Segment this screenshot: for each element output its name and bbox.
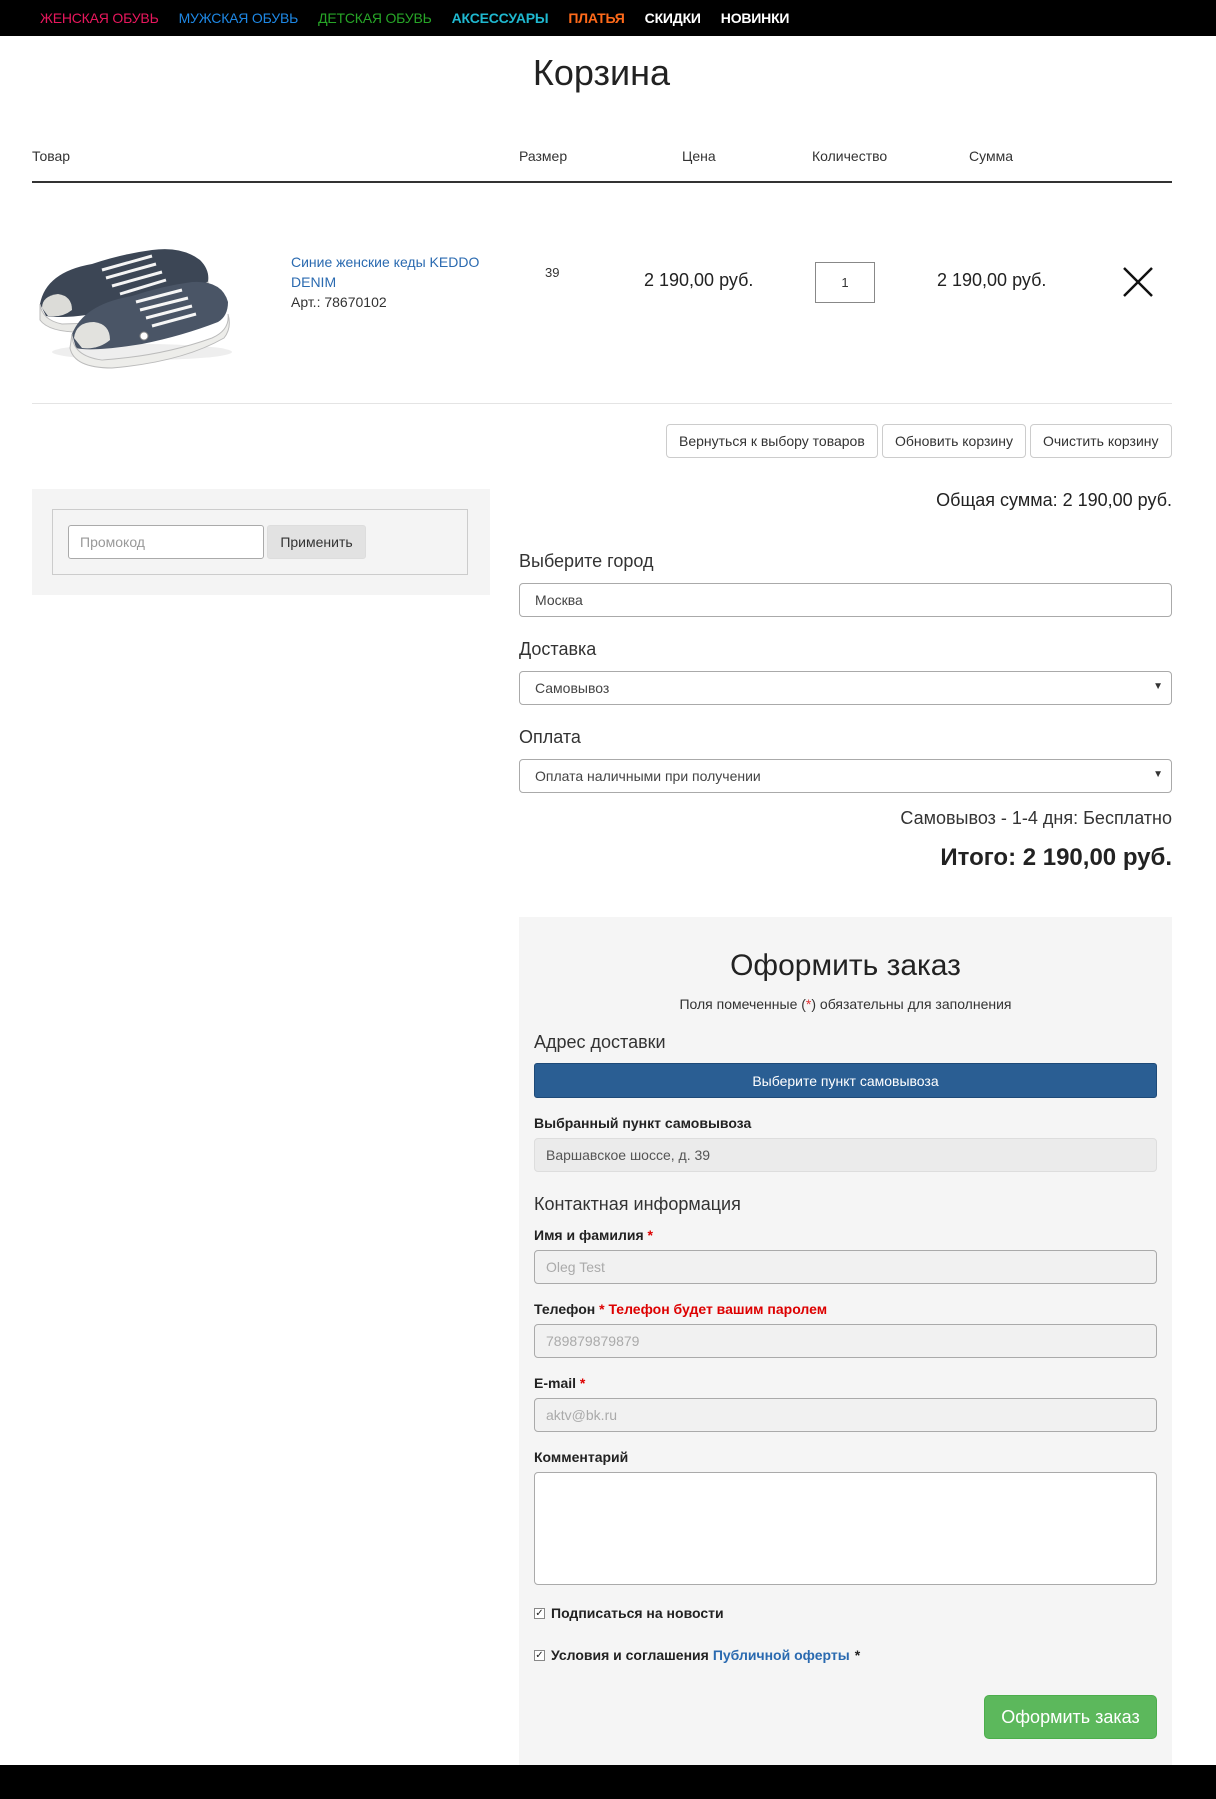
promo-panel: Промокод Применить: [32, 489, 490, 595]
quantity-input[interactable]: 1: [815, 262, 875, 303]
note-suffix: ) обязательны для заполнения: [811, 996, 1012, 1012]
terms-checkbox[interactable]: ✓: [534, 1649, 545, 1661]
comment-label: Комментарий: [534, 1449, 629, 1465]
selected-pickup-field: Варшавское шоссе, д. 39: [534, 1138, 1157, 1172]
delivery-select[interactable]: Самовывоз ▼: [519, 671, 1172, 705]
header-quantity: Количество: [812, 148, 888, 164]
public-offer-link[interactable]: Публичной оферты: [713, 1647, 850, 1663]
city-label: Выберите город: [519, 551, 654, 571]
name-label-text: Имя и фамилия: [534, 1227, 644, 1243]
grand-total: Итого: 2 190,00 руб.: [940, 844, 1172, 871]
phone-label-text: Телефон: [534, 1301, 596, 1317]
nav-accessories[interactable]: Аксессуары: [452, 10, 549, 26]
checkout-title: Оформить заказ: [730, 949, 961, 982]
header-size: Размер: [519, 148, 568, 164]
page-title: Корзина: [532, 52, 671, 93]
email-input[interactable]: aktv@bk.ru: [534, 1398, 1157, 1432]
nav-women-shoes[interactable]: Женская обувь: [40, 10, 159, 26]
promo-form: Промокод Применить: [52, 509, 468, 575]
delivery-info: Самовывоз - 1-4 дня: Бесплатно: [900, 808, 1172, 828]
payment-select-value: Оплата наличными при получении: [535, 768, 761, 784]
product-sum: 2 190,00 руб.: [937, 270, 1047, 290]
name-input[interactable]: Oleg Test: [534, 1250, 1157, 1284]
payment-label: Оплата: [519, 727, 581, 747]
product-article: Арт.: 78670102: [291, 294, 387, 310]
header-product: Товар: [32, 148, 71, 164]
nav-men-shoes[interactable]: Мужская обувь: [179, 10, 299, 26]
promo-code-input[interactable]: Промокод: [68, 525, 264, 559]
product-price: 2 190,00 руб.: [644, 270, 754, 290]
terms-row: ✓ Условия и соглашения Публичной оферты …: [534, 1647, 860, 1663]
nav-new[interactable]: Новинки: [721, 10, 790, 26]
chevron-down-icon: ▼: [1153, 681, 1163, 692]
comment-textarea[interactable]: [534, 1472, 1157, 1585]
footer-bar: [0, 1765, 1216, 1799]
subscribe-label: Подписаться на новости: [551, 1605, 724, 1621]
delivery-select-value: Самовывоз: [535, 680, 610, 696]
note-prefix: Поля помеченные (: [679, 996, 806, 1012]
name-label: Имя и фамилия *: [534, 1227, 653, 1243]
header-sum: Сумма: [969, 148, 1013, 164]
chevron-down-icon: ▼: [1153, 769, 1163, 780]
selected-pickup-label: Выбранный пункт самовывоза: [534, 1115, 752, 1131]
required-star: *: [647, 1227, 653, 1243]
product-name-link[interactable]: Синие женские кеды KEDDO DENIM: [291, 252, 491, 292]
nav-discounts[interactable]: Скидки: [645, 10, 701, 26]
sneakers-image[interactable]: [32, 212, 237, 372]
terms-label: Условия и соглашения: [551, 1647, 709, 1663]
phone-input[interactable]: 789879879879: [534, 1324, 1157, 1358]
email-label-text: E-mail: [534, 1375, 577, 1391]
choose-pickup-point-button[interactable]: Выберите пункт самовывоза: [534, 1063, 1157, 1098]
subscribe-checkbox[interactable]: ✓: [534, 1607, 545, 1619]
delivery-address-heading: Адрес доставки: [534, 1032, 666, 1052]
close-icon[interactable]: [1122, 266, 1154, 298]
required-star: *: [854, 1647, 861, 1663]
nav-kids-shoes[interactable]: Детская обувь: [318, 10, 432, 26]
payment-select[interactable]: Оплата наличными при получении ▼: [519, 759, 1172, 793]
submit-order-button[interactable]: Оформить заказ: [984, 1695, 1157, 1739]
required-star: *: [579, 1375, 586, 1391]
apply-promo-button[interactable]: Применить: [267, 525, 366, 559]
header-price: Цена: [682, 148, 716, 164]
cart-total: Общая сумма: 2 190,00 руб.: [936, 490, 1172, 510]
nav-dresses[interactable]: Платья: [568, 10, 624, 26]
clear-cart-button[interactable]: Очистить корзину: [1030, 424, 1172, 458]
subscribe-row: ✓ Подписаться на новости: [534, 1605, 724, 1621]
checkout-panel: Оформить заказ Поля помеченные (*) обяза…: [519, 917, 1172, 1765]
update-cart-button[interactable]: Обновить корзину: [882, 424, 1026, 458]
email-label: E-mail *: [534, 1375, 585, 1391]
back-to-shopping-button[interactable]: Вернуться к выбору товаров: [666, 424, 878, 458]
delivery-label: Доставка: [519, 639, 597, 659]
cart-item-row: Синие женские кеды KEDDO DENIM Арт.: 786…: [32, 190, 1172, 404]
phone-password-note: Телефон будет вашим паролем: [608, 1301, 828, 1317]
cart-table-header: Товар Размер Цена Количество Сумма: [32, 148, 1172, 183]
required-star: *: [599, 1301, 605, 1317]
city-input[interactable]: Москва: [519, 583, 1172, 617]
product-size: 39: [545, 265, 560, 280]
phone-label: Телефон * Телефон будет вашим паролем: [534, 1301, 827, 1317]
contact-info-heading: Контактная информация: [534, 1194, 741, 1214]
top-navigation: Женская обувь Мужская обувь Детская обув…: [0, 0, 1216, 36]
required-fields-note: Поля помеченные (*) обязательны для запо…: [519, 996, 1172, 1012]
